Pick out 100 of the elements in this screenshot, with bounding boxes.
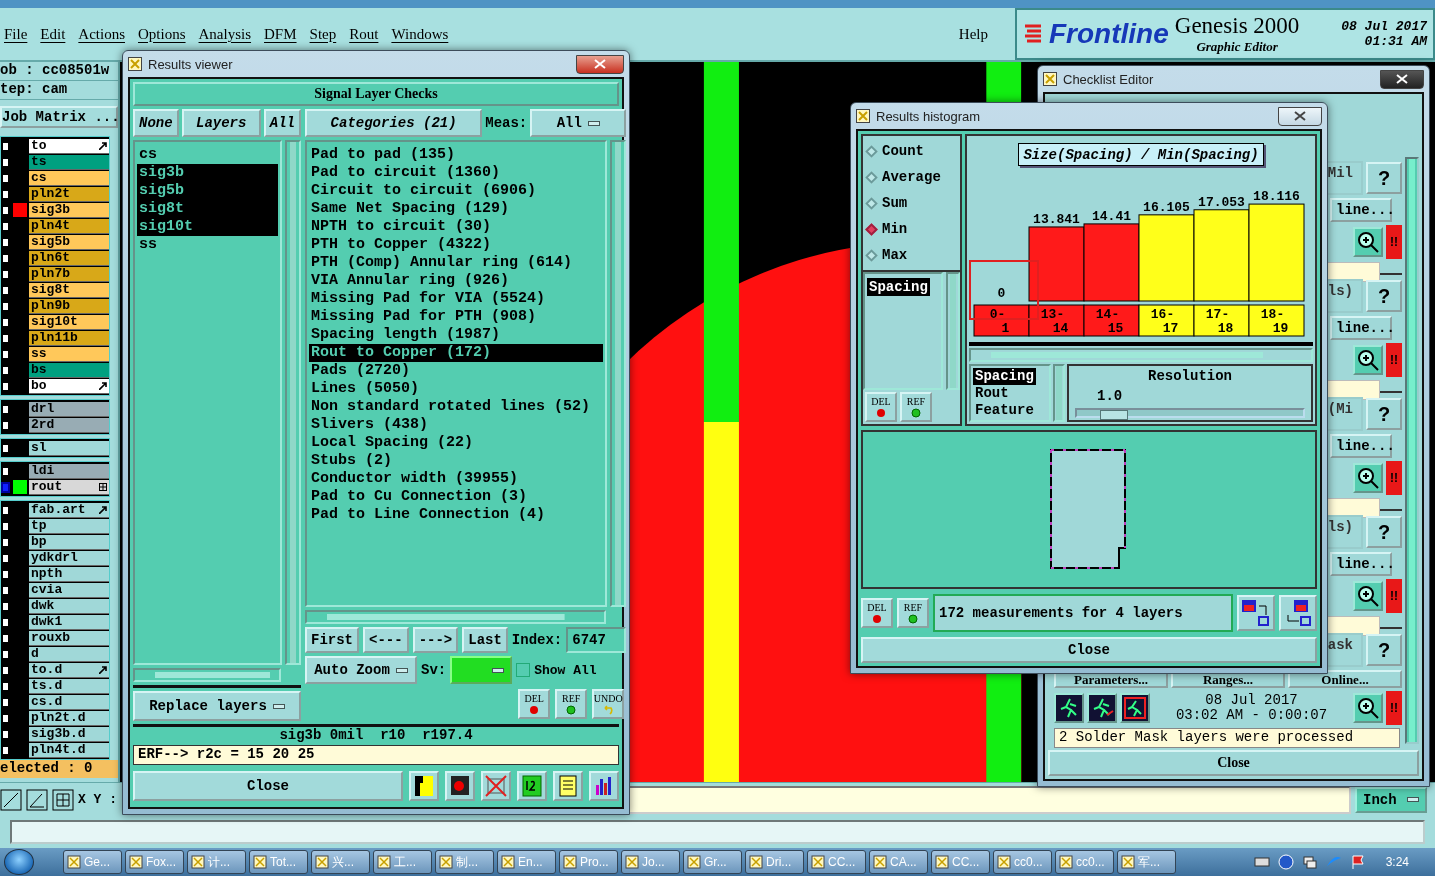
layer-checkbox[interactable]: [1, 632, 10, 644]
menu-item[interactable]: Edit: [38, 25, 75, 43]
category-item[interactable]: PTH (Comp) Annular ring (614): [309, 254, 604, 272]
units-dropdown[interactable]: Inch: [1355, 786, 1427, 813]
scrollbar[interactable]: [969, 348, 1313, 362]
mode-radio[interactable]: Average: [867, 169, 956, 185]
layer-checkbox[interactable]: [1, 680, 10, 692]
field-item[interactable]: Spacing: [867, 278, 930, 296]
layer-checkbox[interactable]: [1, 403, 10, 415]
layer-checkbox[interactable]: [1, 316, 10, 328]
layer-checkbox[interactable]: [1, 504, 10, 516]
attribute-item[interactable]: Rout: [973, 385, 1011, 402]
zoom-icon[interactable]: [1353, 463, 1383, 493]
menu-item[interactable]: Help: [956, 25, 997, 43]
mode-radio[interactable]: Max: [867, 247, 956, 263]
index-field[interactable]: 6747: [566, 627, 627, 653]
no-reference-icon[interactable]: [481, 771, 511, 801]
menu-item[interactable]: Analysis: [196, 25, 261, 43]
close-button[interactable]: Close: [1048, 750, 1419, 776]
action-button[interactable]: line...: [1330, 434, 1392, 458]
navigation-button[interactable]: First: [305, 627, 359, 653]
scrollbar[interactable]: [1053, 364, 1065, 422]
zoom-icon[interactable]: [1353, 227, 1383, 257]
menu-item[interactable]: Step: [307, 25, 346, 43]
layer-item[interactable]: sig8t: [29, 282, 109, 298]
chart-icon[interactable]: [589, 771, 619, 801]
layer-item[interactable]: sig5b: [137, 182, 278, 200]
refresh-button[interactable]: REF: [900, 392, 932, 422]
category-item[interactable]: VIA Annular ring (926): [309, 272, 604, 290]
import-icon[interactable]: [1279, 595, 1317, 631]
layer-item[interactable]: rouxb: [29, 630, 109, 646]
layer-checkbox[interactable]: [1, 220, 10, 232]
menu-item[interactable]: Windows: [389, 25, 458, 43]
layer-checkbox[interactable]: [1, 552, 10, 564]
layer-item[interactable]: d: [29, 646, 109, 662]
layer-item[interactable]: pln4t: [29, 218, 109, 234]
close-button[interactable]: Close: [133, 771, 403, 801]
network-icon[interactable]: [1301, 854, 1318, 870]
layer-item[interactable]: cs: [137, 146, 278, 164]
layer-item[interactable]: ts: [29, 154, 109, 170]
layer-item[interactable]: cs.d: [29, 694, 109, 710]
layer-checkbox[interactable]: [1, 252, 10, 264]
slider-thumb[interactable]: [1099, 410, 1128, 420]
angle-icon[interactable]: [26, 788, 48, 811]
layer-checkbox[interactable]: [1, 728, 10, 740]
layer-filter-button[interactable]: Layers: [181, 109, 261, 137]
category-item[interactable]: Pad to Cu Connection (3): [309, 488, 604, 506]
scrollbar[interactable]: [610, 140, 627, 607]
layer-checkbox[interactable]: [1, 268, 10, 280]
layer-checkbox[interactable]: [1, 600, 10, 612]
category-item[interactable]: Missing Pad for VIA (5524): [309, 290, 604, 308]
layer-checkbox[interactable]: [1, 156, 10, 168]
delete-button[interactable]: DEL: [865, 392, 897, 422]
layer-item[interactable]: to.d: [29, 662, 109, 678]
runner-icon[interactable]: [1054, 693, 1084, 723]
category-item[interactable]: NPTH to circuit (30): [309, 218, 604, 236]
layer-checkbox[interactable]: [1, 442, 10, 454]
flag-icon[interactable]: [1349, 854, 1366, 870]
layer-item[interactable]: pln2t: [29, 186, 109, 202]
attribute-item[interactable]: Spacing: [973, 368, 1036, 385]
layer-checkbox[interactable]: [1, 236, 10, 248]
layer-checkbox[interactable]: [1, 536, 10, 548]
category-item[interactable]: Stubs (2): [309, 452, 604, 470]
zoom-mode-dropdown[interactable]: Auto Zoom: [305, 656, 417, 684]
layer-checkbox[interactable]: [1, 140, 10, 152]
close-button[interactable]: [1278, 106, 1322, 126]
layer-checkbox[interactable]: [1, 712, 10, 724]
export-icon[interactable]: [1237, 595, 1275, 631]
layer-item[interactable]: rout: [29, 479, 109, 495]
layer-item[interactable]: fab.art: [29, 502, 109, 518]
scrollbar[interactable]: [946, 272, 960, 390]
layer-item[interactable]: pln2t.d: [29, 710, 109, 726]
resolution-slider[interactable]: [1075, 408, 1305, 418]
category-item[interactable]: Slivers (438): [309, 416, 604, 434]
layer-item[interactable]: to: [29, 138, 109, 154]
category-item[interactable]: Pads (2720): [309, 362, 604, 380]
layer-item[interactable]: tp: [29, 518, 109, 534]
navigation-button[interactable]: --->: [412, 627, 459, 653]
meas-dropdown[interactable]: All: [530, 109, 627, 137]
layer-item[interactable]: bo: [29, 378, 109, 394]
notes-icon[interactable]: [553, 771, 583, 801]
category-item[interactable]: Lines (5050): [309, 380, 604, 398]
category-item[interactable]: Pad to pad (135): [309, 146, 604, 164]
layer-item[interactable]: npth: [29, 566, 109, 582]
check-option-button[interactable]: Online...: [1288, 670, 1402, 688]
category-item[interactable]: Missing Pad for PTH (908): [309, 308, 604, 326]
layer-item[interactable]: ydkdrl: [29, 550, 109, 566]
layer-item[interactable]: ts.d: [29, 678, 109, 694]
attribute-item[interactable]: Feature: [973, 402, 1036, 419]
record-icon[interactable]: [445, 771, 475, 801]
menu-item[interactable]: Options: [136, 25, 195, 43]
navigation-button[interactable]: <---: [363, 627, 409, 653]
category-item[interactable]: Spacing length (1987): [309, 326, 604, 344]
help-button[interactable]: ?: [1366, 398, 1402, 430]
layer-checkbox[interactable]: [1, 465, 10, 477]
scrollbar[interactable]: [305, 610, 607, 624]
layer-item[interactable]: pln7b: [29, 266, 109, 282]
category-item[interactable]: Same Net Spacing (129): [309, 200, 604, 218]
layer-checkbox[interactable]: [1, 584, 10, 596]
layer-filter-button[interactable]: None: [133, 109, 179, 137]
